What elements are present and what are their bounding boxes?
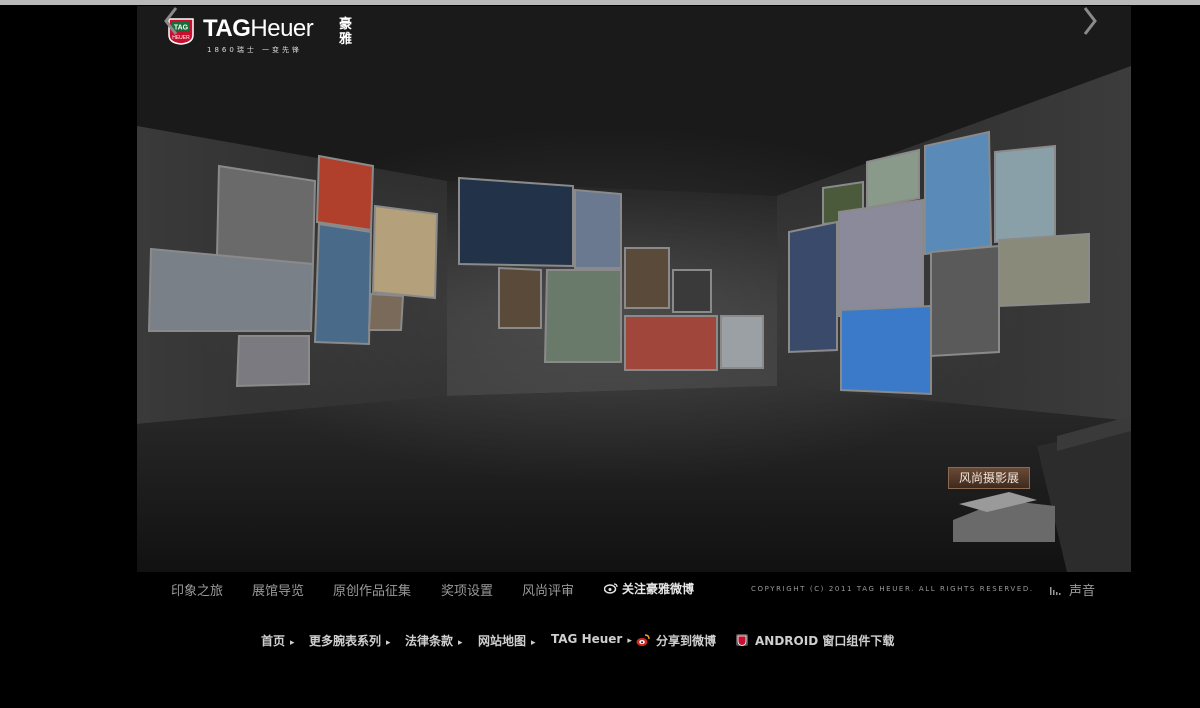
menu-item-hall-guide[interactable]: 展馆导览 <box>252 580 304 599</box>
weibo-share-icon <box>636 634 650 646</box>
chevron-right-icon[interactable] <box>1079 6 1099 36</box>
menu-item-original-works[interactable]: 原创作品征集 <box>333 580 411 599</box>
sound-label: 声音 <box>1069 584 1096 599</box>
brand-tagline: 1860瑞士 一变先锋 <box>207 46 303 54</box>
chevron-right-icon: ▸ <box>386 638 391 648</box>
menu-item-awards[interactable]: 奖项设置 <box>441 580 493 599</box>
footer-link-sitemap[interactable]: 网站地图 ▸ <box>478 632 536 649</box>
menu-item-impression-journey[interactable]: 印象之旅 <box>171 580 223 599</box>
chevron-right-icon: ▸ <box>531 638 536 648</box>
footer-link-android-widget[interactable]: ANDROID 窗口组件下载 <box>735 632 894 649</box>
brand-name: TAGHeuer <box>203 15 314 43</box>
copyright-text: COPYRIGHT (C) 2011 TAG HEUER. ALL RIGHTS… <box>751 585 1034 593</box>
chevron-right-icon: ▸ <box>458 638 463 648</box>
footer-home-label: 首页 <box>261 634 286 648</box>
footer-sitemap-label: 网站地图 <box>478 634 527 648</box>
exhibit-label-fashion-photo[interactable]: 风尚摄影展 <box>948 467 1030 489</box>
footer-tag-heuer-label: TAG Heuer <box>551 632 623 646</box>
footer-more-series-label: 更多腕表系列 <box>309 634 382 648</box>
footer-share-weibo-label: 分享到微博 <box>656 634 717 648</box>
sound-bars-icon <box>1050 587 1061 595</box>
footer-link-tag-heuer[interactable]: TAG Heuer ▸ <box>551 632 632 646</box>
footer-links: 首页 ▸ 更多腕表系列 ▸ 法律条款 ▸ 网站地图 ▸ TAG Heuer ▸ 分享到微博… <box>0 630 1200 650</box>
follow-weibo-link[interactable]: 关注豪雅微博 <box>604 580 694 597</box>
chevron-right-icon: ▸ <box>290 638 295 648</box>
brand-name-bold: TAG <box>203 15 251 42</box>
footer-link-share-weibo[interactable]: 分享到微博 <box>636 632 716 649</box>
browser-top-strip <box>0 0 1200 5</box>
main-menu: 印象之旅 展馆导览 原创作品征集 奖项设置 风尚评审 关注豪雅微博 COPYRI… <box>137 576 1131 602</box>
android-widget-icon <box>736 634 748 646</box>
footer-android-widget-label: ANDROID 窗口组件下载 <box>755 634 895 648</box>
weibo-icon <box>604 583 618 594</box>
chevron-left-icon[interactable] <box>162 6 182 36</box>
brand-logo[interactable]: TAG HEUER TAGHeuer 豪雅 1860瑞士 一变先锋 <box>167 15 367 57</box>
follow-weibo-label: 关注豪雅微博 <box>622 582 695 596</box>
footer-link-more-series[interactable]: 更多腕表系列 ▸ <box>309 632 391 649</box>
brand-name-light: Heuer <box>250 15 314 42</box>
gallery-stage[interactable]: TAG HEUER TAGHeuer 豪雅 1860瑞士 一变先锋 风尚摄影展 <box>137 6 1131 572</box>
footer-legal-label: 法律条款 <box>405 634 454 648</box>
brand-name-cn: 豪雅 <box>339 17 353 47</box>
footer-link-home[interactable]: 首页 ▸ <box>261 632 295 649</box>
footer-link-legal[interactable]: 法律条款 ▸ <box>405 632 463 649</box>
chevron-right-icon: ▸ <box>627 636 632 646</box>
menu-item-judges[interactable]: 风尚评审 <box>522 580 574 599</box>
sound-toggle[interactable]: 声音 <box>1049 580 1095 599</box>
